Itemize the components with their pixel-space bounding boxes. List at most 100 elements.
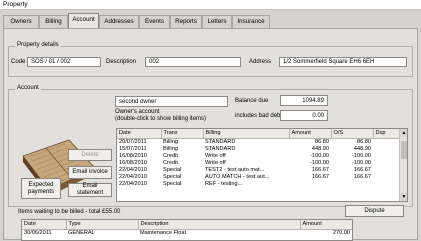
tab-addresses[interactable]: Addresses: [99, 15, 139, 28]
cell-billing: TEST2 - test auto mat...: [205, 166, 265, 173]
cell-dsp: [373, 167, 401, 174]
ledger-header-row: Date Trans Billing Amount O/S Dsp: [117, 129, 402, 139]
email-invoice-button[interactable]: Email invoice: [68, 166, 112, 179]
tab-owners[interactable]: Owners: [3, 15, 39, 28]
cell-os: 448.90: [353, 145, 371, 152]
cell-date: 22/04/2010: [119, 166, 147, 173]
bad-debt-label: includes bad debt: [235, 113, 283, 119]
code-label: Code: [11, 59, 26, 65]
cell-amount: 86.80: [315, 138, 329, 145]
column-header-dsp[interactable]: Dsp: [373, 129, 402, 139]
cell-trans: Credit: [163, 152, 178, 159]
address-field[interactable]: 1/2 Sommerfield Square EH6 6EH: [279, 57, 407, 67]
cell-trans: Billing: [163, 145, 178, 152]
cell-amount: [289, 181, 331, 188]
billed-items-header-row: Date Type Description Amount: [22, 220, 352, 230]
cell-date: 16/08/2010: [119, 159, 147, 166]
cell-trans: Billing: [163, 138, 178, 145]
table-row[interactable]: 22/04/2010 Special AUTO MATCH - test aut..…: [117, 174, 401, 181]
cell-amount: 448.90: [311, 145, 329, 152]
cell-description: Maintenance Float: [140, 229, 187, 236]
cell-billing: AUTO MATCH - test aut...: [205, 173, 270, 180]
cell-dsp: [373, 146, 401, 153]
column-header-date[interactable]: Date: [117, 129, 162, 139]
column-header-os[interactable]: O/S: [331, 129, 374, 139]
cell-date: 15/07/2011: [119, 145, 147, 152]
column-header-amount[interactable]: Amount: [289, 129, 332, 139]
cell-os: 166.67: [353, 173, 371, 180]
account-tab-panel: Property details Code SOS / 01 / 002 Des…: [3, 28, 418, 241]
cell-os: 166.67: [353, 166, 371, 173]
scroll-down-arrow-icon[interactable]: ▼: [400, 193, 407, 201]
cell-amount: -100.00: [310, 159, 329, 166]
code-field[interactable]: SOS / 01 / 002: [27, 57, 101, 67]
ledger-scrollbar[interactable]: ▲ ▼: [399, 129, 407, 201]
column-header-amount[interactable]: Amount: [300, 220, 352, 230]
cell-dsp: [373, 160, 401, 167]
owner-name-field: second owner: [115, 96, 228, 107]
cell-date: 30/06/2011: [24, 229, 52, 236]
cell-type: GENERAL: [68, 229, 95, 236]
tab-billing[interactable]: Billing: [39, 15, 68, 28]
expected-payments-button[interactable]: Expected payments: [21, 178, 61, 199]
cell-trans: Special: [163, 173, 182, 180]
owner-account-ledger[interactable]: Date Trans Billing Amount O/S Dsp 20/07/…: [116, 128, 408, 202]
owners-account-label: Owner's account: [115, 109, 160, 115]
table-row[interactable]: 30/06/2011 GENERAL Maintenance Float 270…: [22, 229, 352, 237]
dispute-button[interactable]: Dispute: [345, 205, 404, 217]
scroll-thumb[interactable]: [401, 141, 407, 159]
balance-due-label: Balance due: [235, 98, 269, 104]
delete-button[interactable]: Delete: [68, 149, 112, 161]
bad-debt-field: 0.00: [280, 110, 328, 121]
cell-trans: Credit: [163, 159, 178, 166]
email-statement-button[interactable]: Email statement: [68, 183, 112, 197]
cell-trans: Special: [163, 166, 182, 173]
property-details-group: Property details Code SOS / 01 / 002 Des…: [8, 42, 413, 77]
table-row[interactable]: 16/08/2010 Credit Write off -100.00 -100.00: [117, 153, 401, 160]
cell-amount: 166.67: [311, 166, 329, 173]
column-header-type[interactable]: Type: [66, 220, 139, 230]
window-title: Property: [3, 1, 28, 8]
cell-dsp: [373, 153, 401, 160]
tab-reports[interactable]: Reports: [170, 15, 202, 28]
billed-items-caption: Items waiting to be billed - total £55.0…: [18, 209, 121, 215]
cell-dsp: [373, 138, 401, 146]
table-row[interactable]: 22/04/2010 Special TEST2 - test auto mat..…: [117, 167, 401, 174]
cell-amount: 270.00: [332, 229, 350, 236]
description-field[interactable]: 002: [145, 57, 241, 67]
tab-account[interactable]: Account: [68, 13, 99, 28]
balance-due-field: 1094.89: [280, 95, 328, 106]
description-label: Description: [106, 59, 137, 65]
cell-billing: STANDARD: [205, 138, 236, 145]
cell-billing: REF - testing...: [205, 180, 243, 187]
owners-account-hint: (double-click to show billing items): [115, 116, 207, 122]
cell-dsp: [373, 181, 401, 188]
scroll-up-arrow-icon[interactable]: ▲: [400, 129, 407, 137]
table-row[interactable]: 16/08/2010 Credit Write off -100.00 -100.00: [117, 160, 401, 167]
cell-date: 20/07/2011: [119, 138, 147, 145]
column-header-billing[interactable]: Billing: [203, 129, 290, 139]
cell-date: 22/04/2010: [119, 173, 147, 180]
cell-billing: Write off: [205, 152, 226, 159]
cell-date: 22/04/2010: [119, 180, 147, 187]
cell-amount: 166.67: [311, 173, 329, 180]
title-bar: Property: [0, 0, 421, 10]
column-header-description[interactable]: Description: [138, 220, 301, 230]
table-row[interactable]: 22/04/2010 Special REF - testing...: [117, 181, 401, 188]
cell-os: [331, 181, 373, 188]
cell-trans: Special: [163, 180, 182, 187]
table-row[interactable]: 20/07/2011 Billing STANDARD 86.80 86.80: [117, 138, 401, 146]
billed-items-table[interactable]: Date Type Description Amount 30/06/2011 …: [21, 219, 353, 241]
tab-insurance[interactable]: Insurance: [232, 15, 270, 28]
tab-events[interactable]: Events: [139, 15, 170, 28]
cell-os: -100.00: [352, 152, 371, 159]
column-header-trans[interactable]: Trans: [161, 129, 204, 139]
cell-amount: -100.00: [310, 152, 329, 159]
property-details-title: Property details: [15, 42, 61, 48]
tab-letters[interactable]: Letters: [202, 15, 232, 28]
column-header-date[interactable]: Date: [22, 220, 67, 230]
tab-strip: Owners Billing Account Addresses Events …: [0, 11, 421, 29]
account-group-title: Account: [15, 85, 41, 91]
cell-os: -100.00: [352, 159, 371, 166]
table-row[interactable]: 15/07/2011 Billing STANDARD 448.90 448.90: [117, 146, 401, 153]
